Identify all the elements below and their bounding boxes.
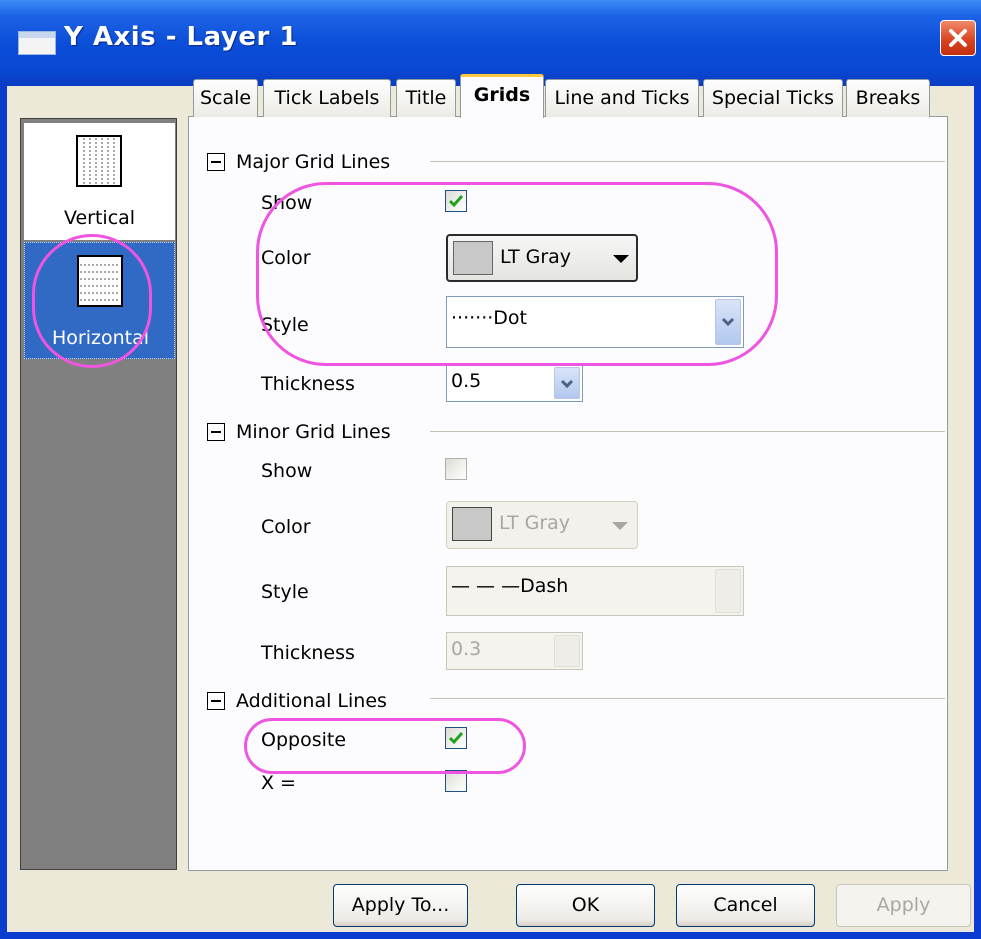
- major-grid-title: Major Grid Lines: [236, 151, 391, 173]
- category-panel: Vertical Horizontal: [20, 118, 177, 870]
- minor-thickness-label: Thickness: [261, 642, 355, 664]
- major-color-button[interactable]: LT Gray: [446, 234, 638, 282]
- window-title: Y Axis - Layer 1: [64, 22, 298, 52]
- major-style-value: ·······Dot: [451, 307, 527, 329]
- tab-title[interactable]: Title: [396, 79, 456, 117]
- minor-style-value: — — —Dash: [451, 575, 569, 597]
- minor-show-checkbox[interactable]: [445, 458, 467, 480]
- tab-special-ticks[interactable]: Special Ticks: [703, 79, 843, 117]
- tab-line-and-ticks[interactable]: Line and Ticks: [545, 79, 699, 117]
- minor-thickness-select[interactable]: 0.3: [446, 632, 583, 670]
- minor-thickness-dropdown-button[interactable]: [554, 635, 580, 667]
- ok-button[interactable]: OK: [516, 884, 655, 927]
- tab-scale[interactable]: Scale: [193, 79, 258, 117]
- apply-button[interactable]: Apply: [836, 884, 971, 927]
- major-style-label: Style: [261, 314, 309, 336]
- horizontal-grid-icon: [77, 255, 123, 307]
- chevron-down-icon: [560, 379, 574, 389]
- x-equals-label: X =: [261, 772, 296, 794]
- color-swatch: [453, 241, 493, 275]
- grids-tab-panel: [188, 116, 948, 871]
- major-thickness-dropdown-button[interactable]: [554, 367, 580, 399]
- group-divider: [430, 431, 945, 432]
- major-thickness-label: Thickness: [261, 373, 355, 395]
- minor-show-label: Show: [261, 460, 313, 482]
- vertical-grid-icon: [76, 135, 122, 187]
- collapse-major-toggle[interactable]: [207, 153, 225, 171]
- minor-color-value: LT Gray: [499, 512, 571, 534]
- group-divider: [430, 161, 945, 162]
- chevron-down-icon: [612, 522, 628, 530]
- minor-style-dropdown-button[interactable]: [715, 569, 741, 613]
- sidebar-item-vertical[interactable]: Vertical: [24, 123, 175, 240]
- collapse-minor-toggle[interactable]: [207, 423, 225, 441]
- major-style-dropdown-button[interactable]: [715, 299, 741, 345]
- chevron-down-icon: [613, 255, 629, 263]
- sidebar-item-label: Horizontal: [51, 327, 149, 349]
- minor-color-label: Color: [261, 516, 311, 538]
- close-button[interactable]: [940, 20, 976, 56]
- sidebar-item-horizontal[interactable]: Horizontal: [24, 242, 175, 359]
- tab-grids[interactable]: Grids: [460, 74, 544, 118]
- x-equals-checkbox[interactable]: [445, 770, 467, 792]
- group-divider: [430, 698, 945, 699]
- major-thickness-value: 0.5: [451, 370, 482, 392]
- sidebar-item-label: Vertical: [63, 207, 136, 229]
- major-show-checkbox[interactable]: [445, 190, 467, 212]
- minor-grid-title: Minor Grid Lines: [236, 421, 391, 443]
- major-thickness-select[interactable]: 0.5: [446, 364, 583, 402]
- major-show-label: Show: [261, 192, 313, 214]
- tab-tick-labels[interactable]: Tick Labels: [263, 79, 391, 117]
- major-color-label: Color: [261, 247, 311, 269]
- checkmark-icon: [449, 732, 463, 745]
- major-color-value: LT Gray: [500, 246, 572, 268]
- close-icon: [949, 29, 967, 47]
- minor-style-label: Style: [261, 581, 309, 603]
- collapse-additional-toggle[interactable]: [207, 692, 225, 710]
- window-icon: [18, 31, 56, 55]
- chevron-down-icon: [721, 317, 735, 327]
- additional-lines-title: Additional Lines: [236, 690, 387, 712]
- minor-thickness-value: 0.3: [451, 638, 482, 660]
- cancel-button[interactable]: Cancel: [676, 884, 815, 927]
- minor-style-select[interactable]: — — —Dash: [446, 566, 744, 616]
- opposite-label: Opposite: [261, 729, 347, 751]
- tab-breaks[interactable]: Breaks: [846, 79, 930, 117]
- opposite-checkbox[interactable]: [445, 727, 467, 749]
- color-swatch: [452, 507, 492, 541]
- major-style-select[interactable]: ·······Dot: [446, 296, 744, 348]
- apply-to-button[interactable]: Apply To...: [333, 884, 468, 927]
- minor-color-button[interactable]: LT Gray: [446, 501, 638, 549]
- checkmark-icon: [449, 195, 463, 208]
